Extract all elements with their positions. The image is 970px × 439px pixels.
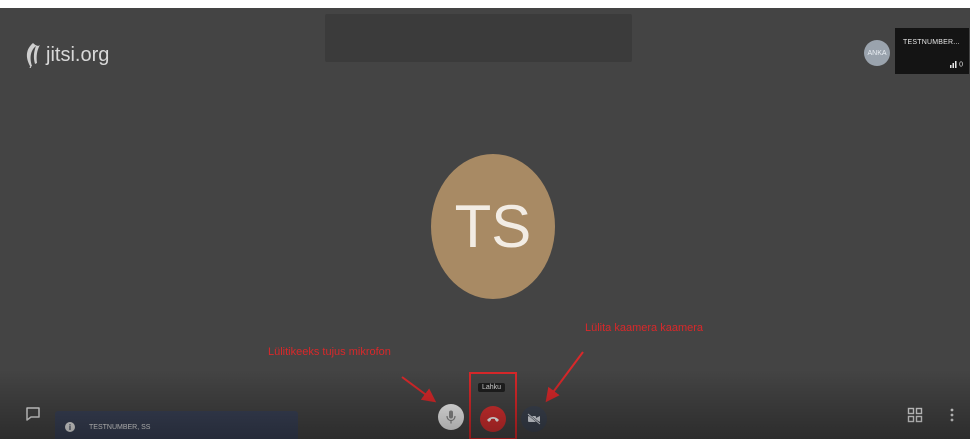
logo-text: jitsi.org <box>46 43 110 66</box>
signal-icon <box>950 60 957 68</box>
conference-stage: jitsi.org ANKA TESTNUMBER... 0 TS Lüliti… <box>0 8 970 439</box>
chat-icon <box>26 407 40 421</box>
thumbnail-status: 0 <box>950 60 963 68</box>
top-subject-bar <box>325 14 632 62</box>
tile-view-icon <box>907 407 923 423</box>
leaf-icon <box>26 43 40 68</box>
remote-participant-thumbnail[interactable]: TESTNUMBER... 0 <box>895 28 969 74</box>
tile-view-button[interactable] <box>907 407 923 423</box>
thumbnail-status-text: 0 <box>959 61 963 68</box>
microphone-button[interactable] <box>438 404 464 430</box>
annotation-camera-label: Lülita kaamera kaamera <box>585 322 704 334</box>
more-vertical-icon <box>950 408 954 422</box>
info-icon: i <box>65 422 75 432</box>
chat-button[interactable] <box>24 405 42 423</box>
hangup-button[interactable] <box>480 406 506 432</box>
arrow-to-mic <box>401 376 437 403</box>
participant-info-bar[interactable]: i TESTNUMBER, SS <box>55 411 298 439</box>
thumbnail-name: TESTNUMBER... <box>903 39 960 46</box>
camera-off-icon <box>527 413 541 425</box>
camera-toggle-button[interactable] <box>521 406 547 432</box>
remote-participant-avatar[interactable]: ANKA <box>864 40 890 66</box>
annotation-mic-label: Lülitikeeks tujus mikrofon <box>268 346 391 358</box>
phone-hangup-icon <box>487 417 499 422</box>
arrow-to-camera <box>545 351 584 403</box>
main-participant-avatar: TS <box>431 154 555 299</box>
participant-name: TESTNUMBER, SS <box>89 424 151 431</box>
microphone-icon <box>446 410 456 424</box>
more-options-button[interactable] <box>945 406 959 424</box>
hangup-tooltip: Lahku <box>478 383 506 392</box>
jitsi-logo[interactable]: jitsi.org <box>24 42 109 68</box>
